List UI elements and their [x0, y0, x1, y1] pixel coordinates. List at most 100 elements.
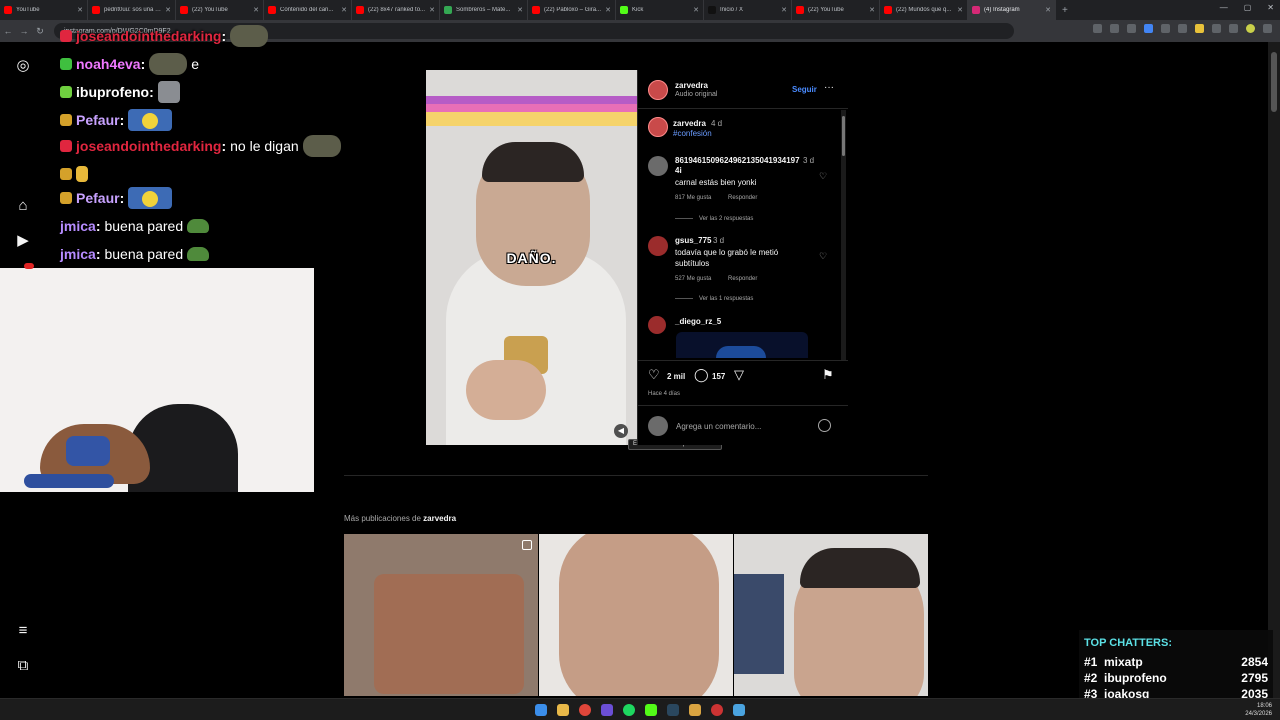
reply-button[interactable]: Responder [728, 195, 757, 201]
system-tray[interactable]: 18:06 24/3/2026 [1245, 702, 1272, 718]
obs-icon[interactable] [711, 704, 723, 716]
browser-tab[interactable]: (22) Pabloxo – Gira... ✕ [528, 0, 616, 20]
browser-tab[interactable]: (22) Mundos que q... ✕ [880, 0, 968, 20]
more-menu-icon[interactable]: ≡ [14, 622, 32, 640]
page-scrollbar[interactable] [1268, 42, 1280, 698]
comments-scrollbar-thumb[interactable] [842, 116, 845, 156]
browser-tab[interactable]: YouTube ✕ [0, 0, 88, 20]
view-replies-link[interactable]: Ver las 2 respuestas [675, 216, 753, 222]
extension-icon[interactable] [1093, 24, 1102, 33]
bookmark-star-icon[interactable] [1127, 24, 1136, 33]
puzzle-icon[interactable] [1212, 24, 1221, 33]
comment-like-icon[interactable]: ♡ [819, 251, 827, 262]
browser-tab[interactable]: Sombreros – Mate... ✕ [440, 0, 528, 20]
caption-avatar[interactable] [648, 117, 668, 137]
comment-author[interactable]: gsus_775 [675, 236, 711, 245]
extension-icon[interactable] [1161, 24, 1170, 33]
home-icon[interactable]: ⌂ [14, 197, 32, 215]
comment-likes[interactable]: 817 Me gusta [675, 195, 711, 201]
tab-close-icon[interactable]: ✕ [957, 6, 963, 14]
tab-close-icon[interactable]: ✕ [165, 6, 171, 14]
view-replies-link[interactable]: Ver las 1 respuestas [675, 296, 753, 302]
comment-avatar[interactable] [648, 236, 668, 256]
tab-title: (22) YouTube [192, 7, 228, 13]
instagram-icon[interactable]: ◎ [14, 57, 32, 75]
more-options-icon[interactable]: ··· [824, 82, 834, 93]
browser-tab[interactable]: (22) 8x47 ranked to... ✕ [352, 0, 440, 20]
kick-icon[interactable] [645, 704, 657, 716]
tab-close-icon[interactable]: ✕ [869, 6, 875, 14]
extension-icon[interactable] [1178, 24, 1187, 33]
chrome-icon[interactable] [579, 704, 591, 716]
menu-icon[interactable] [1263, 24, 1272, 33]
tab-close-icon[interactable]: ✕ [693, 6, 699, 14]
app-icon[interactable] [601, 704, 613, 716]
author-name[interactable]: zarvedra [675, 81, 708, 90]
reply-button[interactable]: Responder [728, 276, 757, 282]
scrollbar-thumb[interactable] [1271, 52, 1277, 112]
start-icon[interactable] [535, 704, 547, 716]
file-explorer-icon[interactable] [557, 704, 569, 716]
browser-tab[interactable]: pedrit0uu: sos una gorra ✕ [88, 0, 176, 20]
tab-close-icon[interactable]: ✕ [253, 6, 259, 14]
emoji-icon[interactable] [818, 419, 831, 432]
tab-favicon [444, 6, 452, 14]
audio-toggle-button[interactable]: ◀ [614, 424, 628, 438]
browser-tab[interactable]: Inicio / X ✕ [704, 0, 792, 20]
threads-icon[interactable]: ⧉ [14, 657, 32, 675]
extension-icon[interactable] [1195, 24, 1204, 33]
minimize-icon[interactable]: — [1220, 3, 1228, 12]
share-icon[interactable]: ▽ [734, 367, 744, 383]
profile-avatar[interactable] [1246, 24, 1255, 33]
spotify-icon[interactable] [623, 704, 635, 716]
back-icon[interactable]: ← [0, 26, 16, 36]
comment-input[interactable]: Agrega un comentario... [676, 422, 761, 431]
comment-like-icon[interactable]: ♡ [819, 171, 827, 182]
browser-tab[interactable]: (22) YouTube ✕ [792, 0, 880, 20]
comment-avatar[interactable] [648, 156, 668, 176]
more-posts-author[interactable]: zarvedra [423, 514, 456, 523]
comment-author[interactable]: 8619461509624962135041934197 4i [675, 156, 805, 176]
sidebar-icon[interactable] [1229, 24, 1238, 33]
app-icon[interactable] [689, 704, 701, 716]
comment-likes[interactable]: 527 Me gusta [675, 276, 711, 282]
steam-icon[interactable] [667, 704, 679, 716]
tab-close-icon[interactable]: ✕ [77, 6, 83, 14]
comment-icon[interactable]: ◯ [694, 367, 709, 383]
tab-close-icon[interactable]: ✕ [429, 6, 435, 14]
new-tab-button[interactable]: + [1062, 5, 1068, 16]
tab-close-icon[interactable]: ✕ [1045, 6, 1051, 14]
follow-button[interactable]: Seguir [792, 85, 817, 94]
more-post-tile[interactable] [344, 534, 538, 696]
browser-tab[interactable]: (4) Instagram ✕ [968, 0, 1056, 20]
author-avatar[interactable] [648, 80, 668, 100]
comments-scrollbar[interactable] [841, 110, 846, 360]
tab-close-icon[interactable]: ✕ [781, 6, 787, 14]
more-post-tile[interactable] [734, 534, 928, 696]
close-icon[interactable]: ✕ [1267, 3, 1274, 12]
app-icon[interactable] [733, 704, 745, 716]
reels-icon[interactable]: ▶ [14, 232, 32, 250]
caption-author[interactable]: zarvedra [673, 119, 706, 128]
like-icon[interactable]: ♡ [648, 367, 660, 383]
translate-icon[interactable] [1144, 24, 1153, 33]
forward-icon[interactable]: → [16, 26, 32, 36]
reload-icon[interactable]: ↻ [32, 26, 48, 37]
browser-tab[interactable]: Contenido del can... ✕ [264, 0, 352, 20]
audio-label[interactable]: Audio original [675, 91, 717, 98]
more-post-tile[interactable] [539, 534, 733, 696]
zoom-icon[interactable] [1110, 24, 1119, 33]
comment-avatar[interactable] [648, 316, 666, 334]
chat-text: e [191, 56, 200, 72]
comment-author[interactable]: _diego_rz_5 [675, 317, 721, 326]
tab-close-icon[interactable]: ✕ [341, 6, 347, 14]
tab-close-icon[interactable]: ✕ [517, 6, 523, 14]
browser-tab[interactable]: Kick ✕ [616, 0, 704, 20]
tab-close-icon[interactable]: ✕ [605, 6, 611, 14]
browser-tab[interactable]: (22) YouTube ✕ [176, 0, 264, 20]
save-icon[interactable]: ⚑ [822, 367, 834, 383]
like-count[interactable]: 2 mil [667, 372, 685, 381]
caption-hashtag[interactable]: #confesión [673, 129, 712, 138]
maximize-icon[interactable]: ▢ [1244, 3, 1252, 12]
comment-media-thumbnail[interactable] [676, 332, 808, 358]
